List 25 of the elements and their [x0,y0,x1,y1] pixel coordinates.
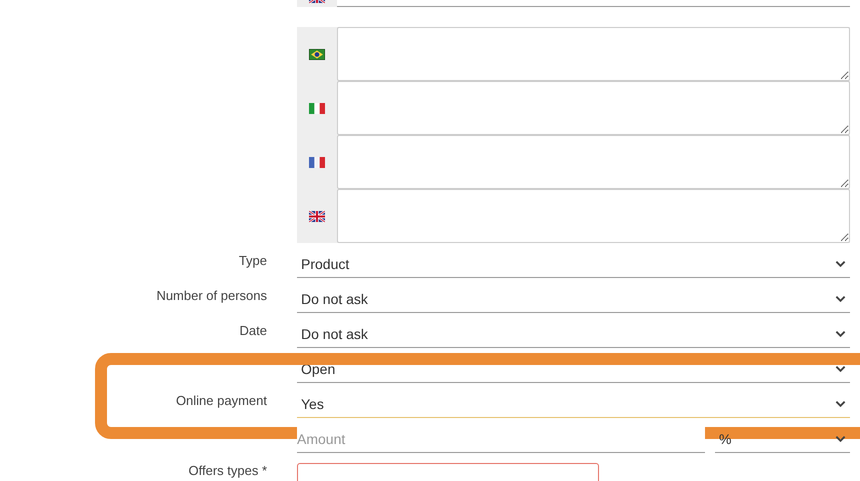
chevron-down-icon [835,365,846,373]
text-area[interactable] [337,135,850,189]
select-field[interactable]: Product [297,249,850,278]
chevron-down-icon [835,400,846,408]
chevron-down-icon [835,295,846,303]
flag-icon [309,210,325,222]
flag-icon [309,156,325,168]
amount-field[interactable]: Amount [297,424,705,453]
select-field[interactable]: Open [297,354,850,383]
flag-icon [309,48,325,60]
select-field[interactable]: Do not ask [297,319,850,348]
select-field[interactable]: Yes [297,389,850,418]
field-label: Offers types * [187,462,267,478]
field-label: Number of persons [155,287,267,303]
field-label: Type [238,252,267,268]
field-label: Online payment [174,392,267,408]
chevron-down-icon [835,260,846,268]
text-area[interactable] [337,81,850,135]
chevron-down-icon [835,330,846,338]
select-field[interactable]: Do not ask [297,284,850,313]
text-area[interactable] [337,189,850,243]
chevron-down-icon [835,435,846,443]
flag-icon [309,102,325,114]
field-label: Date [238,322,267,338]
text-area[interactable] [337,27,850,81]
